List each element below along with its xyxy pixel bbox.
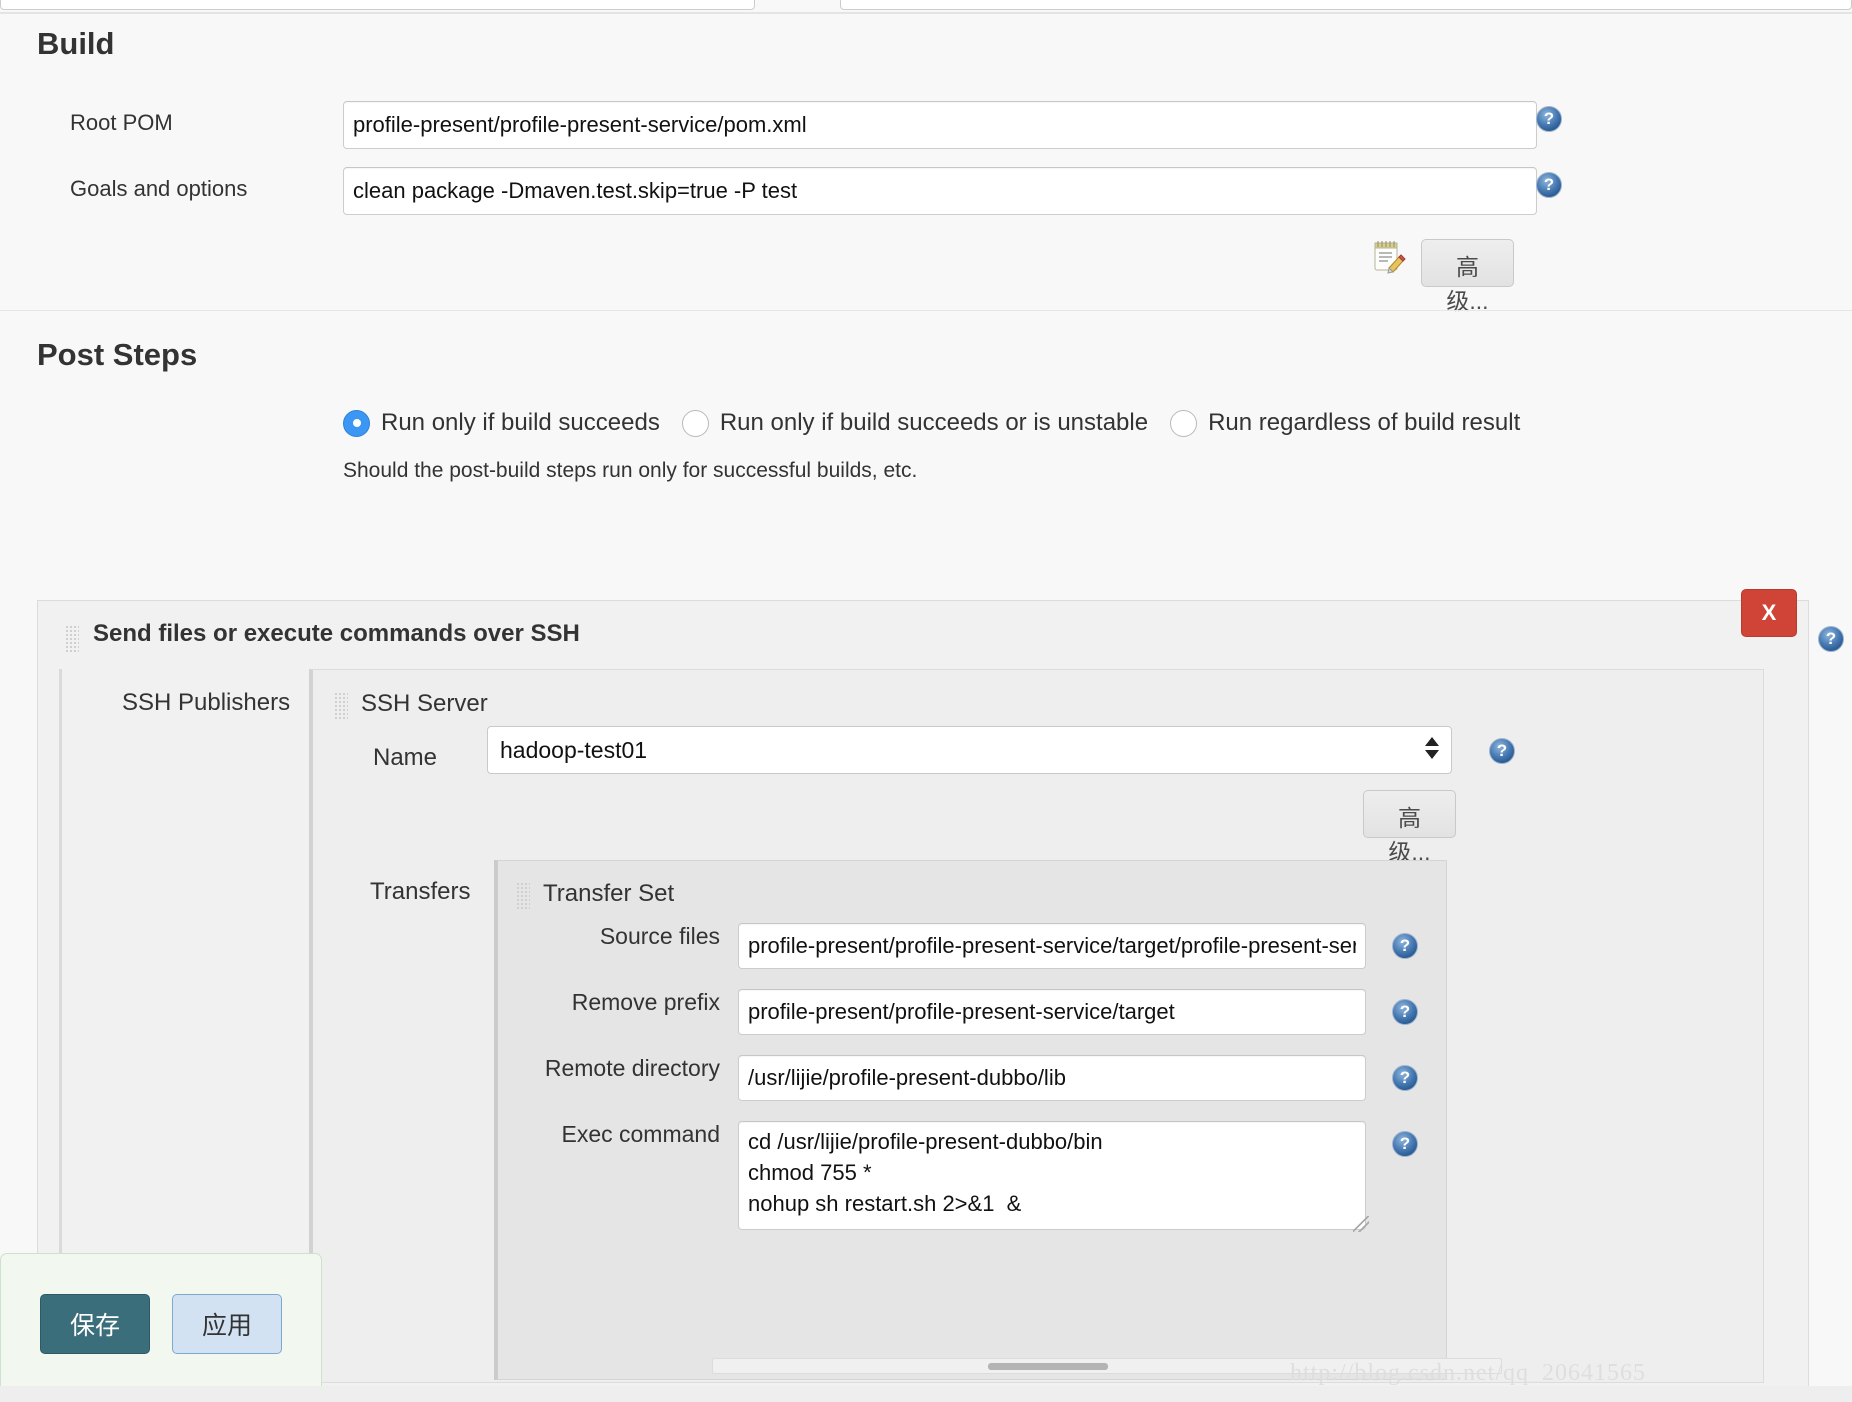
remote-directory-help-icon[interactable]: ?: [1392, 1065, 1418, 1091]
ssh-server-name-value: hadoop-test01: [500, 737, 648, 763]
select-spinner-icon: [1425, 737, 1439, 765]
radio-run-if-succeeds-or-unstable[interactable]: [681, 409, 709, 437]
remove-prefix-input[interactable]: [738, 989, 1366, 1035]
exec-command-row: Exec command cd /usr/lijie/profile-prese…: [538, 1121, 1366, 1230]
ssh-help-icon[interactable]: ?: [1818, 626, 1844, 652]
help-glyph: ?: [1399, 1002, 1411, 1021]
ssh-server-drag-handle-icon[interactable]: [334, 692, 348, 720]
apply-button[interactable]: 应用: [172, 1294, 282, 1354]
root-pom-label: Root POM: [70, 110, 173, 135]
goals-input[interactable]: [343, 167, 1537, 215]
remote-directory-input[interactable]: [738, 1055, 1366, 1101]
post-steps-radio-group: Run only if build succeeds Run only if b…: [343, 409, 1542, 437]
textarea-resize-handle[interactable]: [1353, 1216, 1369, 1232]
remove-prefix-row: Remove prefix: [538, 989, 1366, 1035]
bottom-strip: [0, 1386, 1852, 1402]
goals-label: Goals and options: [70, 176, 248, 201]
help-glyph: ?: [1496, 741, 1508, 760]
watermark-text: http://blog.csdn.net/qq_20641565: [1290, 1360, 1646, 1386]
exec-command-textarea[interactable]: cd /usr/lijie/profile-present-dubbo/bin …: [738, 1121, 1366, 1230]
ssh-server-name-help-icon[interactable]: ?: [1489, 738, 1515, 764]
ssh-drag-handle-icon[interactable]: [65, 625, 79, 653]
jenkins-job-config-page: Build Root POM ? Goals and options ? 高级.…: [0, 0, 1852, 1402]
help-glyph: ?: [1543, 109, 1555, 128]
form-action-bar: 保存 应用: [0, 1253, 322, 1402]
build-section-heading: Build: [37, 26, 115, 61]
radio-label-0: Run only if build succeeds: [381, 409, 660, 436]
root-pom-input[interactable]: [343, 101, 1537, 149]
ssh-server-advanced-button[interactable]: 高级...: [1363, 790, 1456, 865]
clipped-input-left[interactable]: [0, 0, 755, 10]
ssh-server-name-label: Name: [373, 744, 438, 771]
radio-label-2: Run regardless of build result: [1208, 409, 1521, 436]
scrollbar-thumb[interactable]: [988, 1363, 1108, 1370]
help-glyph: ?: [1543, 175, 1555, 194]
ssh-server-box: SSH Server Name hadoop-test01 ? 高级... Tr…: [309, 669, 1764, 1383]
radio-run-if-succeeds[interactable]: [343, 409, 370, 437]
goals-help-icon[interactable]: ?: [1536, 172, 1562, 198]
clipped-input-right[interactable]: [840, 0, 1852, 10]
help-glyph: ?: [1399, 1134, 1411, 1153]
post-steps-heading: Post Steps: [37, 337, 198, 372]
help-glyph: ?: [1825, 629, 1837, 648]
remove-prefix-help-icon[interactable]: ?: [1392, 999, 1418, 1025]
source-files-help-icon[interactable]: ?: [1392, 933, 1418, 959]
help-glyph: ?: [1399, 1068, 1411, 1087]
help-glyph: ?: [1399, 936, 1411, 955]
clipped-top-row: [0, 0, 1852, 12]
radio-label-1: Run only if build succeeds or is unstabl…: [719, 409, 1149, 436]
exec-command-help-icon[interactable]: ?: [1392, 1131, 1418, 1157]
save-button[interactable]: 保存: [40, 1294, 150, 1354]
top-divider: [0, 12, 1852, 14]
ssh-publishers-label: SSH Publishers: [122, 689, 291, 716]
transfer-set-title: Transfer Set: [543, 880, 675, 907]
ssh-server-name-select[interactable]: hadoop-test01: [487, 726, 1452, 774]
ssh-server-title: SSH Server: [361, 690, 488, 717]
radio-run-regardless[interactable]: [1170, 409, 1198, 437]
source-files-input[interactable]: [738, 923, 1366, 969]
ssh-delete-button[interactable]: X: [1741, 589, 1797, 637]
transfer-set-box: Transfer Set Source files ? Remove prefi…: [494, 860, 1447, 1380]
transfer-set-drag-handle-icon[interactable]: [516, 882, 530, 910]
remote-directory-row: Remote directory: [538, 1055, 1366, 1101]
post-steps-hint: Should the post-build steps run only for…: [343, 459, 918, 482]
source-files-row: Source files: [538, 923, 1366, 969]
notepad-pencil-icon[interactable]: [1372, 238, 1406, 274]
transfers-label: Transfers: [370, 878, 471, 905]
section-divider: [0, 310, 1852, 311]
build-advanced-button[interactable]: 高级...: [1421, 239, 1514, 314]
source-files-label: Source files: [599, 923, 720, 949]
ssh-panel-title: Send files or execute commands over SSH: [93, 620, 580, 647]
remote-directory-label: Remote directory: [544, 1055, 720, 1081]
remove-prefix-label: Remove prefix: [571, 989, 720, 1015]
exec-command-label: Exec command: [561, 1121, 720, 1147]
root-pom-help-icon[interactable]: ?: [1536, 106, 1562, 132]
